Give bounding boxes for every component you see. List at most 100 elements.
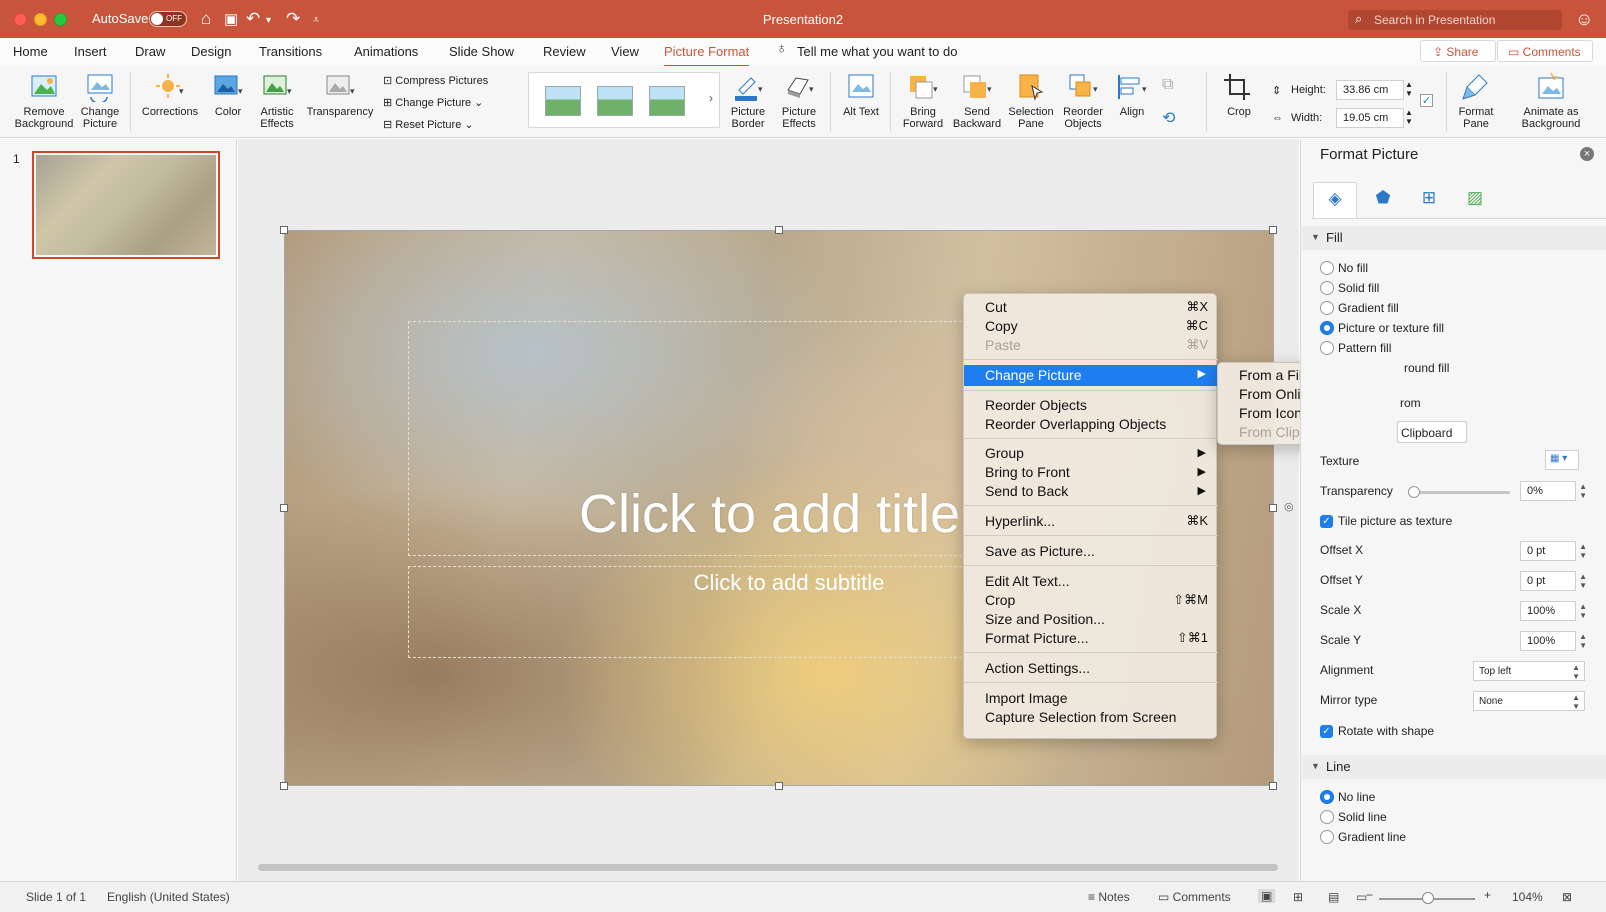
customize-toolbar-icon[interactable]: ⩡: [313, 14, 319, 27]
menu-item-action-settings[interactable]: Action Settings...: [964, 659, 1218, 678]
artistic-effects-button[interactable]: ▾ Artistic Effects: [254, 72, 300, 130]
height-stepper[interactable]: ▲ ▼: [1405, 80, 1413, 98]
corrections-button[interactable]: ▾ Corrections: [138, 72, 202, 118]
rotate-handle-icon[interactable]: ◎: [1284, 500, 1294, 513]
resize-handle-top-right[interactable]: [1269, 226, 1277, 234]
width-field[interactable]: 19.05 cm: [1336, 108, 1404, 128]
close-pane-icon[interactable]: ×: [1580, 147, 1594, 161]
language-indicator[interactable]: English (United States): [107, 890, 230, 904]
tell-me-input[interactable]: Tell me what you want to do: [797, 44, 957, 59]
tab-picture-format[interactable]: Picture Format: [664, 44, 750, 68]
animate-as-background-button[interactable]: Animate as Background: [1516, 72, 1586, 130]
picture-tab-icon[interactable]: ▨: [1453, 182, 1497, 218]
notes-button[interactable]: ≡ Notes: [1088, 890, 1130, 904]
menu-item-cut[interactable]: Cut ⌘X: [964, 298, 1218, 317]
comments-status-button[interactable]: ▭ Comments: [1158, 890, 1231, 904]
tab-draw[interactable]: Draw: [135, 44, 165, 59]
color-button[interactable]: ▾ Color: [207, 72, 249, 118]
send-backward-button[interactable]: ▾ Send Backward: [951, 72, 1003, 130]
resize-handle-top-left[interactable]: [280, 226, 288, 234]
fill-line-tab-icon[interactable]: ◈: [1313, 182, 1357, 218]
zoom-slider-knob[interactable]: [1422, 892, 1434, 904]
rotate-icon[interactable]: ⟲: [1162, 108, 1175, 128]
alignment-select[interactable]: Top left ▲ ▼: [1473, 661, 1585, 681]
menu-item-hyperlink[interactable]: Hyperlink... ⌘K: [964, 512, 1218, 531]
clipboard-button[interactable]: Clipboard: [1397, 421, 1467, 443]
zoom-in-icon[interactable]: +: [1484, 888, 1491, 902]
close-window-button[interactable]: [14, 13, 27, 26]
texture-picker[interactable]: ▦ ▾: [1545, 450, 1579, 470]
transparency-slider[interactable]: [1410, 491, 1510, 494]
save-icon[interactable]: ▣: [224, 10, 238, 28]
comments-button[interactable]: ▭ Comments: [1497, 40, 1593, 62]
rotate-with-shape-checkbox[interactable]: ✓: [1320, 725, 1333, 738]
share-button[interactable]: ⇪ Share: [1420, 40, 1496, 62]
size-properties-tab-icon[interactable]: ⊞: [1407, 182, 1451, 218]
menu-item-change-picture[interactable]: Change Picture ▶: [964, 365, 1218, 386]
no-fill-radio[interactable]: [1320, 261, 1334, 275]
resize-handle-left[interactable]: [280, 504, 288, 512]
solid-line-radio[interactable]: [1320, 810, 1334, 824]
home-icon[interactable]: ⌂: [201, 9, 211, 29]
zoom-window-button[interactable]: [54, 13, 67, 26]
slide-sorter-icon[interactable]: ⊞: [1293, 890, 1303, 904]
menu-item-size-and-position[interactable]: Size and Position...: [964, 610, 1218, 629]
zoom-out-icon[interactable]: −: [1366, 888, 1373, 902]
search-input[interactable]: ⌕ Search in Presentation: [1348, 10, 1562, 30]
stepper-icon[interactable]: ▲ ▼: [1579, 482, 1587, 500]
autosave-toggle[interactable]: OFF: [149, 11, 187, 27]
align-button[interactable]: ▾ Align: [1110, 72, 1154, 118]
tab-review[interactable]: Review: [543, 44, 586, 59]
effects-tab-icon[interactable]: ⬟: [1361, 182, 1405, 218]
crop-button[interactable]: Crop: [1216, 72, 1262, 118]
stepper-icon[interactable]: ▲ ▼: [1579, 632, 1587, 650]
resize-handle-bottom[interactable]: [775, 782, 783, 790]
fit-to-window-icon[interactable]: ⊠: [1562, 890, 1572, 904]
remove-background-button[interactable]: Remove Background: [13, 72, 75, 130]
offset-x-field[interactable]: 0 pt ▲ ▼: [1520, 541, 1587, 561]
menu-item-copy[interactable]: Copy ⌘C: [964, 317, 1218, 336]
transparency-slider-knob[interactable]: [1408, 486, 1420, 498]
picture-border-button[interactable]: ▾ Picture Border: [724, 72, 772, 130]
width-stepper[interactable]: ▲ ▼: [1405, 108, 1413, 126]
height-field[interactable]: 33.86 cm: [1336, 80, 1404, 100]
resize-handle-bottom-right[interactable]: [1269, 782, 1277, 790]
resize-handle-top[interactable]: [775, 226, 783, 234]
tab-insert[interactable]: Insert: [74, 44, 107, 59]
reading-view-icon[interactable]: ▤: [1328, 890, 1339, 904]
bring-forward-button[interactable]: ▾ Bring Forward: [898, 72, 948, 130]
undo-icon[interactable]: ↶: [246, 9, 260, 29]
mirror-type-select[interactable]: None ▲ ▼: [1473, 691, 1585, 711]
menu-item-group[interactable]: Group ▶: [964, 444, 1218, 463]
redo-icon[interactable]: ↷: [286, 9, 300, 29]
tile-picture-checkbox[interactable]: ✓: [1320, 515, 1333, 528]
menu-item-paste[interactable]: Paste ⌘V: [964, 336, 1218, 355]
compress-pictures-button[interactable]: ⊡ Compress Pictures: [383, 74, 488, 87]
picture-styles-gallery[interactable]: ›: [528, 72, 720, 128]
picture-style-3[interactable]: [649, 86, 685, 116]
scale-y-field[interactable]: 100% ▲ ▼: [1520, 631, 1587, 651]
solid-fill-radio[interactable]: [1320, 281, 1334, 295]
offset-y-field[interactable]: 0 pt ▲ ▼: [1520, 571, 1587, 591]
lock-aspect-checkbox[interactable]: ✓: [1420, 94, 1433, 107]
reorder-objects-button[interactable]: ▾ Reorder Objects: [1058, 72, 1108, 130]
gradient-fill-radio[interactable]: [1320, 301, 1334, 315]
minimize-window-button[interactable]: [34, 13, 47, 26]
normal-view-icon[interactable]: ▣: [1258, 889, 1276, 903]
resize-handle-right[interactable]: [1269, 504, 1277, 512]
no-line-radio[interactable]: [1320, 790, 1334, 804]
horizontal-scrollbar[interactable]: [258, 864, 1278, 871]
transparency-field[interactable]: 0% ▲ ▼: [1520, 481, 1587, 501]
format-pane-button[interactable]: Format Pane: [1454, 72, 1498, 130]
tab-slide-show[interactable]: Slide Show: [449, 44, 514, 59]
menu-item-reorder-objects[interactable]: Reorder Objects: [964, 396, 1218, 415]
tab-home[interactable]: Home: [13, 44, 48, 59]
menu-item-save-as-picture[interactable]: Save as Picture...: [964, 542, 1218, 561]
group-objects-icon[interactable]: ⧉: [1162, 76, 1173, 94]
alt-text-button[interactable]: Alt Text: [840, 72, 882, 118]
line-section-header[interactable]: ▼ Line: [1302, 755, 1606, 779]
pattern-fill-radio[interactable]: [1320, 341, 1334, 355]
gradient-line-radio[interactable]: [1320, 830, 1334, 844]
menu-item-edit-alt-text[interactable]: Edit Alt Text...: [964, 572, 1218, 591]
feedback-smiley-icon[interactable]: ☺: [1575, 9, 1593, 30]
